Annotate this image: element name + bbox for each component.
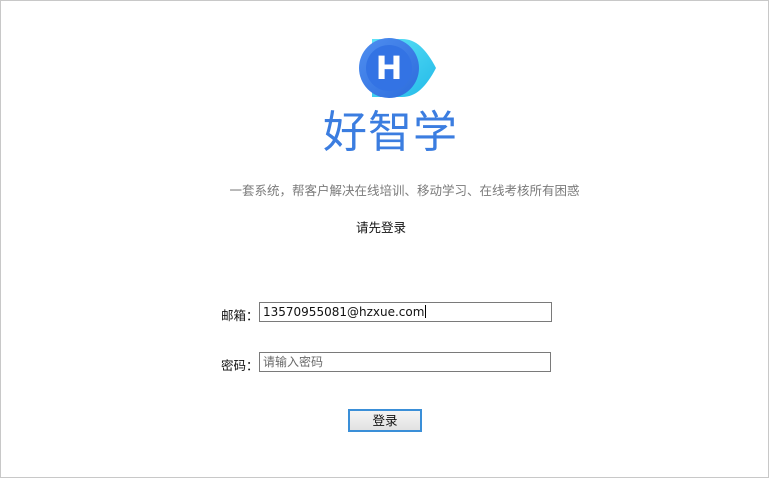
email-label: 邮箱： bbox=[221, 308, 259, 323]
text-caret bbox=[425, 305, 427, 318]
password-label: 密码： bbox=[221, 358, 259, 373]
logo-letter: H bbox=[376, 49, 403, 87]
login-window: H 好智学 一套系统，帮客户解决在线培训、移动学习、在线考核所有困惑 请先登录 … bbox=[0, 0, 769, 478]
brand-name: 好智学 bbox=[323, 107, 458, 158]
password-placeholder: 请输入密码 bbox=[263, 355, 324, 369]
login-prompt: 请先登录 bbox=[356, 220, 407, 235]
email-field[interactable]: 13570955081@hzxue.com bbox=[259, 302, 552, 322]
email-value: 13570955081@hzxue.com bbox=[263, 305, 425, 319]
login-button[interactable]: 登录 bbox=[348, 409, 422, 432]
password-field[interactable]: 请输入密码 bbox=[259, 352, 551, 372]
h-play-logo-icon: H bbox=[359, 38, 436, 98]
slogan: 一套系统，帮客户解决在线培训、移动学习、在线考核所有困惑 bbox=[229, 183, 580, 198]
